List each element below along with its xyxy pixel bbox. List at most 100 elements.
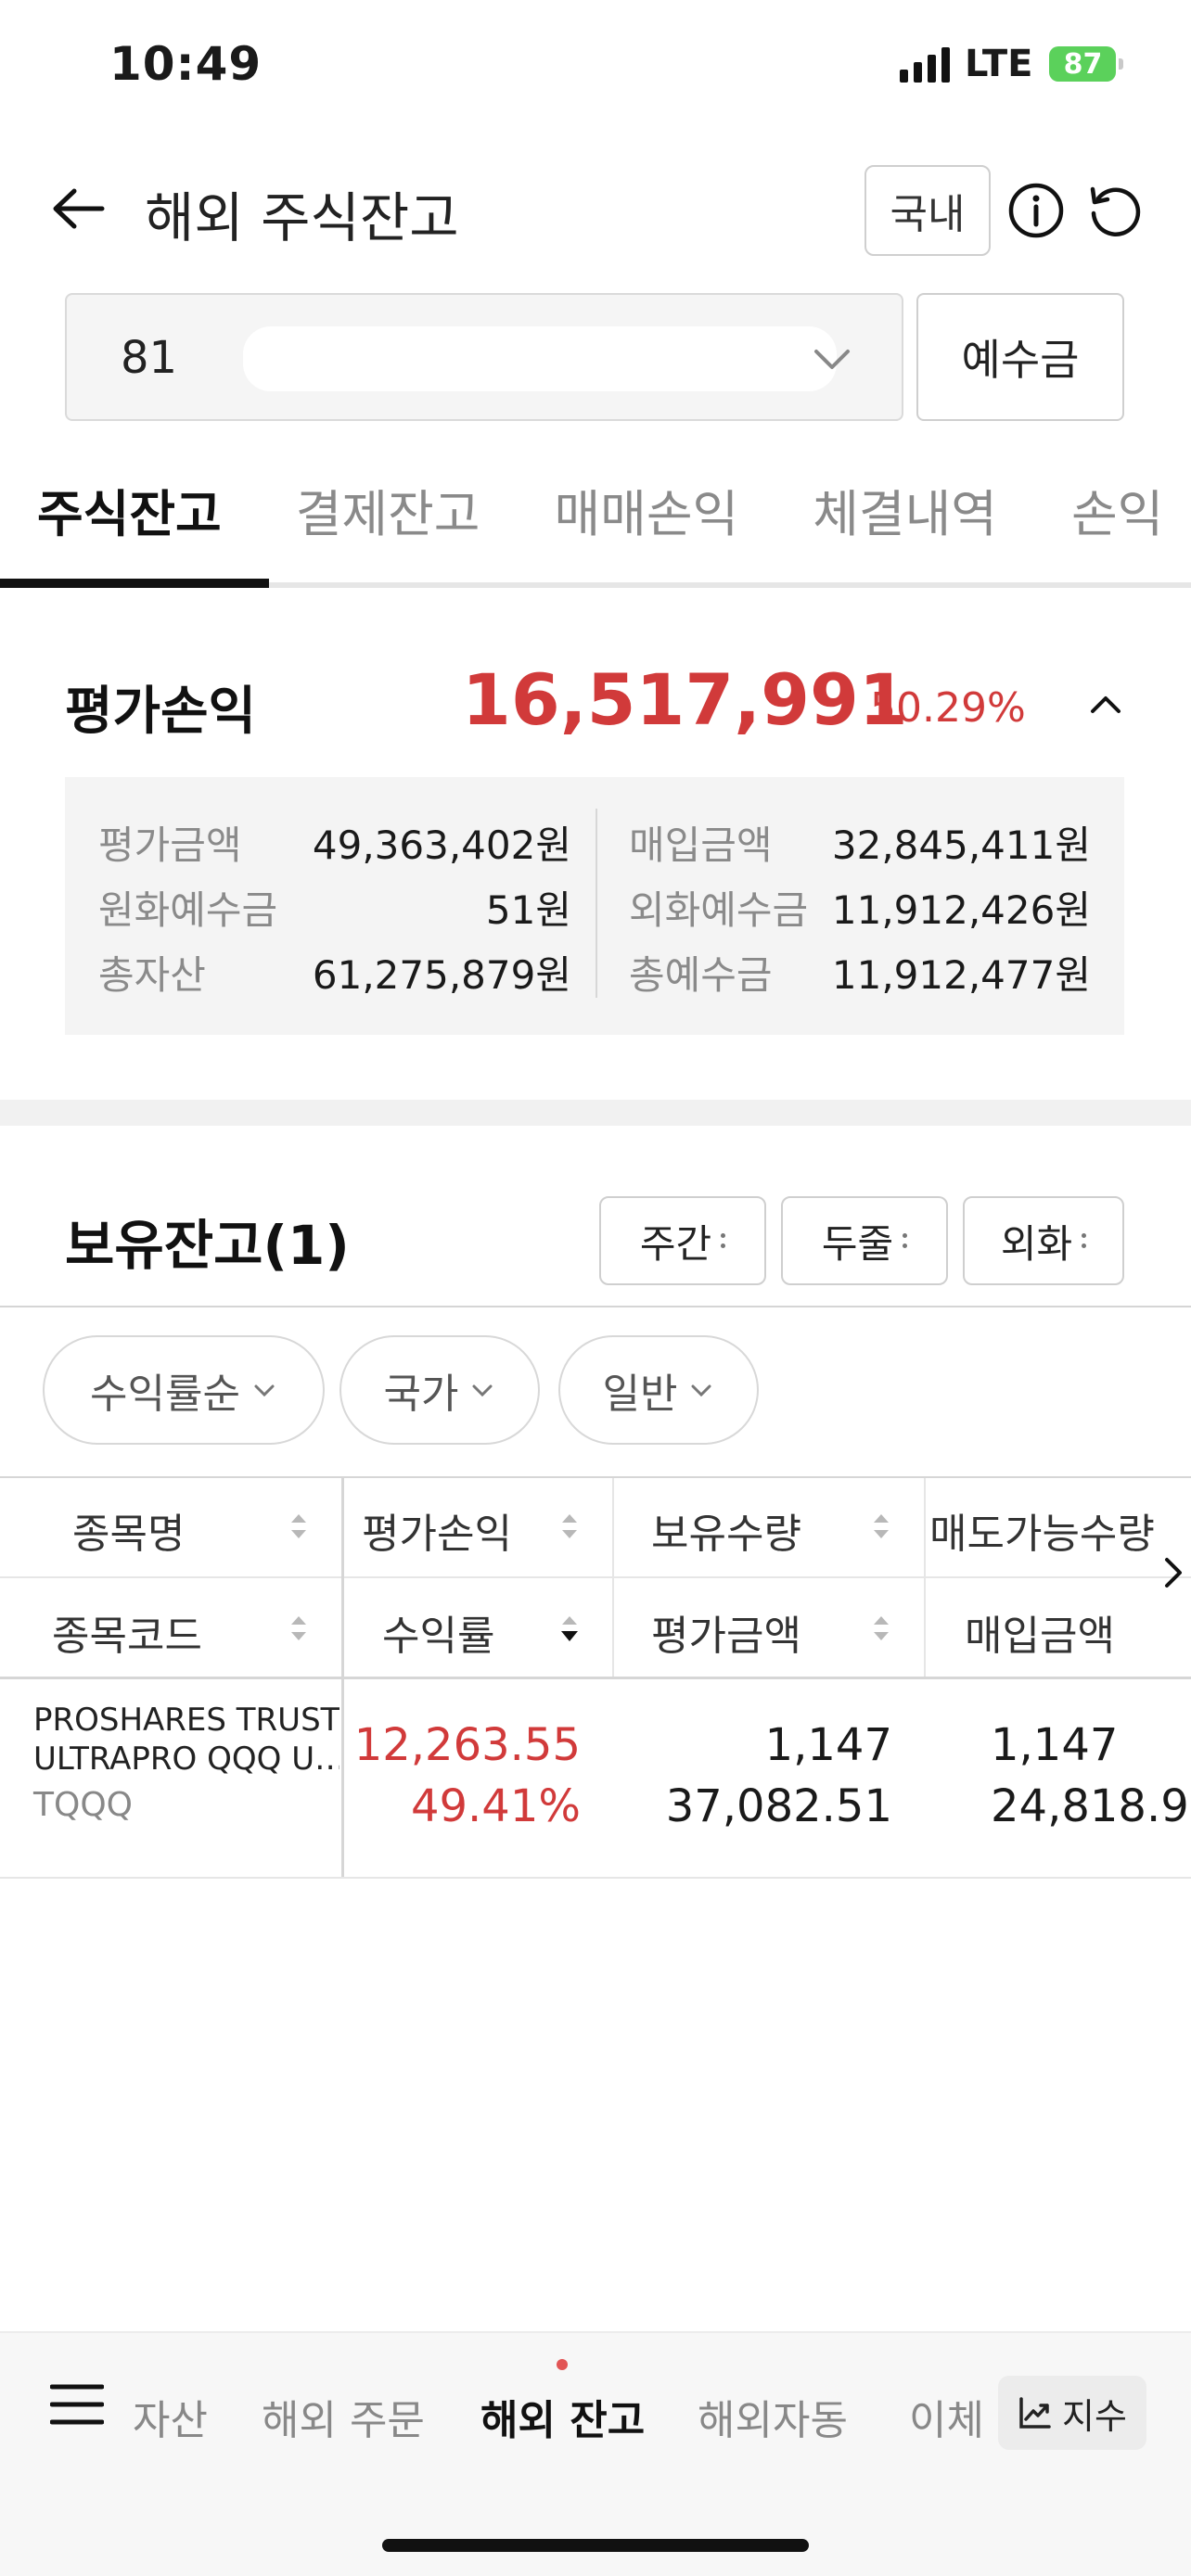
section-divider bbox=[0, 1100, 1191, 1126]
filter-label: 수익률순 bbox=[90, 1371, 240, 1418]
battery-level: 87 bbox=[1063, 47, 1103, 81]
sort-icon[interactable] bbox=[286, 1504, 312, 1549]
foreign-currency-option[interactable]: 외화 bbox=[963, 1196, 1124, 1285]
table-column-divider bbox=[924, 1478, 926, 1677]
trend-chart-icon bbox=[1019, 2397, 1051, 2429]
signal-icon bbox=[900, 45, 950, 83]
summary-value: 61,275,879원 bbox=[312, 952, 571, 998]
summary-divider bbox=[596, 809, 597, 998]
scroll-right-icon[interactable] bbox=[1159, 1554, 1187, 1591]
index-button[interactable]: 지수 bbox=[998, 2376, 1146, 2450]
column-header-rate[interactable]: 수익률 bbox=[382, 1602, 494, 1662]
account-number-mask bbox=[243, 326, 837, 391]
table-header-divider bbox=[0, 1576, 1191, 1578]
sort-icon[interactable] bbox=[286, 1606, 312, 1651]
summary-value: 51원 bbox=[485, 887, 571, 933]
tab-bar: 주식잔고 결제잔고 매매손익 체결내역 손익 bbox=[0, 464, 1191, 588]
filter-bar-divider bbox=[0, 1306, 1191, 1307]
table-column-divider bbox=[612, 1478, 614, 1677]
column-header-purchase-amount[interactable]: 매입금액 bbox=[965, 1602, 1115, 1662]
stock-name-line2: ULTRAPRO QQQ U… bbox=[33, 1741, 339, 1778]
summary-value: 49,363,402원 bbox=[312, 823, 571, 868]
column-header-eval-amount[interactable]: 평가금액 bbox=[651, 1602, 801, 1662]
back-arrow-icon[interactable] bbox=[50, 185, 106, 232]
sort-icon[interactable] bbox=[557, 1504, 583, 1549]
stock-name-line1: PROSHARES TRUST bbox=[33, 1702, 339, 1739]
stock-sellable-qty: 1,147 bbox=[991, 1719, 1119, 1771]
country-filter-chip[interactable]: 국가 bbox=[339, 1335, 540, 1445]
network-type: LTE bbox=[965, 43, 1033, 85]
tab-settlement-balance[interactable]: 결제잔고 bbox=[296, 464, 480, 546]
chevron-up-icon[interactable] bbox=[1087, 686, 1124, 723]
more-vertical-icon bbox=[1082, 1233, 1087, 1248]
two-line-option[interactable]: 두줄 bbox=[781, 1196, 948, 1285]
nav-item-foreign-order[interactable]: 해외 주문 bbox=[262, 2387, 425, 2446]
tab-pnl-more[interactable]: 손익 bbox=[1071, 464, 1163, 546]
info-icon[interactable] bbox=[1007, 182, 1065, 239]
option-label: 두줄 bbox=[821, 1220, 894, 1267]
page-title: 해외 주식잔고 bbox=[145, 186, 459, 249]
pnl-summary: 평가금액 49,363,402원 원화예수금 51원 총자산 61,275,87… bbox=[65, 777, 1124, 1035]
account-number: 81 bbox=[121, 332, 178, 384]
status-time: 10:49 bbox=[109, 37, 263, 91]
summary-value: 11,912,477원 bbox=[831, 952, 1091, 998]
sort-icon[interactable] bbox=[868, 1504, 894, 1549]
column-header-pnl[interactable]: 평가손익 bbox=[362, 1500, 512, 1560]
battery-icon: 87 bbox=[1049, 46, 1124, 82]
column-header-name[interactable]: 종목명 bbox=[72, 1500, 185, 1560]
account-selector[interactable]: 81 bbox=[65, 293, 903, 421]
nav-item-assets[interactable]: 자산 bbox=[130, 2387, 208, 2446]
status-indicators: LTE 87 bbox=[900, 43, 1124, 85]
tab-trading-pnl[interactable]: 매매손익 bbox=[554, 464, 738, 546]
pnl-rate: 50.29% bbox=[870, 684, 1026, 732]
column-header-code[interactable]: 종목코드 bbox=[52, 1602, 202, 1662]
column-header-quantity[interactable]: 보유수량 bbox=[651, 1500, 801, 1560]
chevron-down-icon bbox=[814, 350, 850, 369]
domestic-button[interactable]: 국내 bbox=[864, 165, 991, 256]
table-row-border bbox=[0, 1877, 1191, 1879]
summary-label: 원화예수금 bbox=[98, 887, 278, 933]
active-nav-dot bbox=[557, 2359, 568, 2370]
pnl-label: 평가손익 bbox=[65, 682, 257, 742]
hamburger-menu-icon[interactable] bbox=[50, 2381, 104, 2428]
sort-descending-icon[interactable] bbox=[557, 1606, 583, 1651]
column-header-sellable-qty[interactable]: 매도가능수량 bbox=[929, 1500, 1165, 1560]
more-vertical-icon bbox=[903, 1233, 908, 1248]
filter-label: 일반 bbox=[602, 1371, 678, 1418]
stock-eval-amount: 37,082.51 bbox=[665, 1780, 892, 1832]
stock-purchase-amount: 24,818.96 bbox=[991, 1780, 1191, 1832]
nav-item-foreign-balance[interactable]: 해외 잔고 bbox=[480, 2387, 645, 2446]
option-label: 주간 bbox=[639, 1220, 712, 1267]
table-row[interactable]: PROSHARES TRUST ULTRAPRO QQQ U… TQQQ 12,… bbox=[0, 1680, 1191, 1877]
home-indicator bbox=[382, 2539, 809, 2552]
deposit-button[interactable]: 예수금 bbox=[916, 293, 1124, 421]
sort-icon[interactable] bbox=[868, 1606, 894, 1651]
summary-label: 총예수금 bbox=[629, 952, 773, 998]
nav-item-transfer[interactable]: 이체 bbox=[909, 2387, 983, 2446]
tab-execution-history[interactable]: 체결내역 bbox=[813, 464, 997, 546]
tab-stock-balance[interactable]: 주식잔고 bbox=[37, 464, 222, 546]
nav-item-foreign-auto[interactable]: 해외자동 bbox=[698, 2387, 848, 2446]
summary-label: 매입금액 bbox=[629, 823, 773, 868]
more-vertical-icon bbox=[721, 1233, 726, 1248]
index-label: 지수 bbox=[1062, 2395, 1127, 2437]
sort-filter-chip[interactable]: 수익률순 bbox=[43, 1335, 325, 1445]
type-filter-chip[interactable]: 일반 bbox=[558, 1335, 759, 1445]
tab-active-indicator bbox=[0, 579, 269, 588]
stock-code: TQQQ bbox=[33, 1786, 133, 1824]
summary-value: 11,912,426원 bbox=[831, 887, 1091, 933]
table-header-bottom-border bbox=[0, 1677, 1191, 1679]
summary-label: 평가금액 bbox=[98, 823, 242, 868]
day-session-option[interactable]: 주간 bbox=[599, 1196, 766, 1285]
pnl-value: 16,517,991 bbox=[462, 658, 908, 741]
chevron-down-icon bbox=[472, 1384, 493, 1397]
summary-label: 총자산 bbox=[98, 952, 206, 998]
chevron-down-icon bbox=[691, 1384, 711, 1397]
summary-label: 외화예수금 bbox=[629, 887, 809, 933]
table-top-border bbox=[0, 1476, 1191, 1478]
filter-label: 국가 bbox=[383, 1371, 459, 1418]
summary-value: 32,845,411원 bbox=[831, 823, 1091, 868]
stock-pnl: 12,263.55 bbox=[353, 1719, 581, 1771]
refresh-icon[interactable] bbox=[1085, 182, 1143, 239]
option-label: 외화 bbox=[1000, 1220, 1073, 1267]
